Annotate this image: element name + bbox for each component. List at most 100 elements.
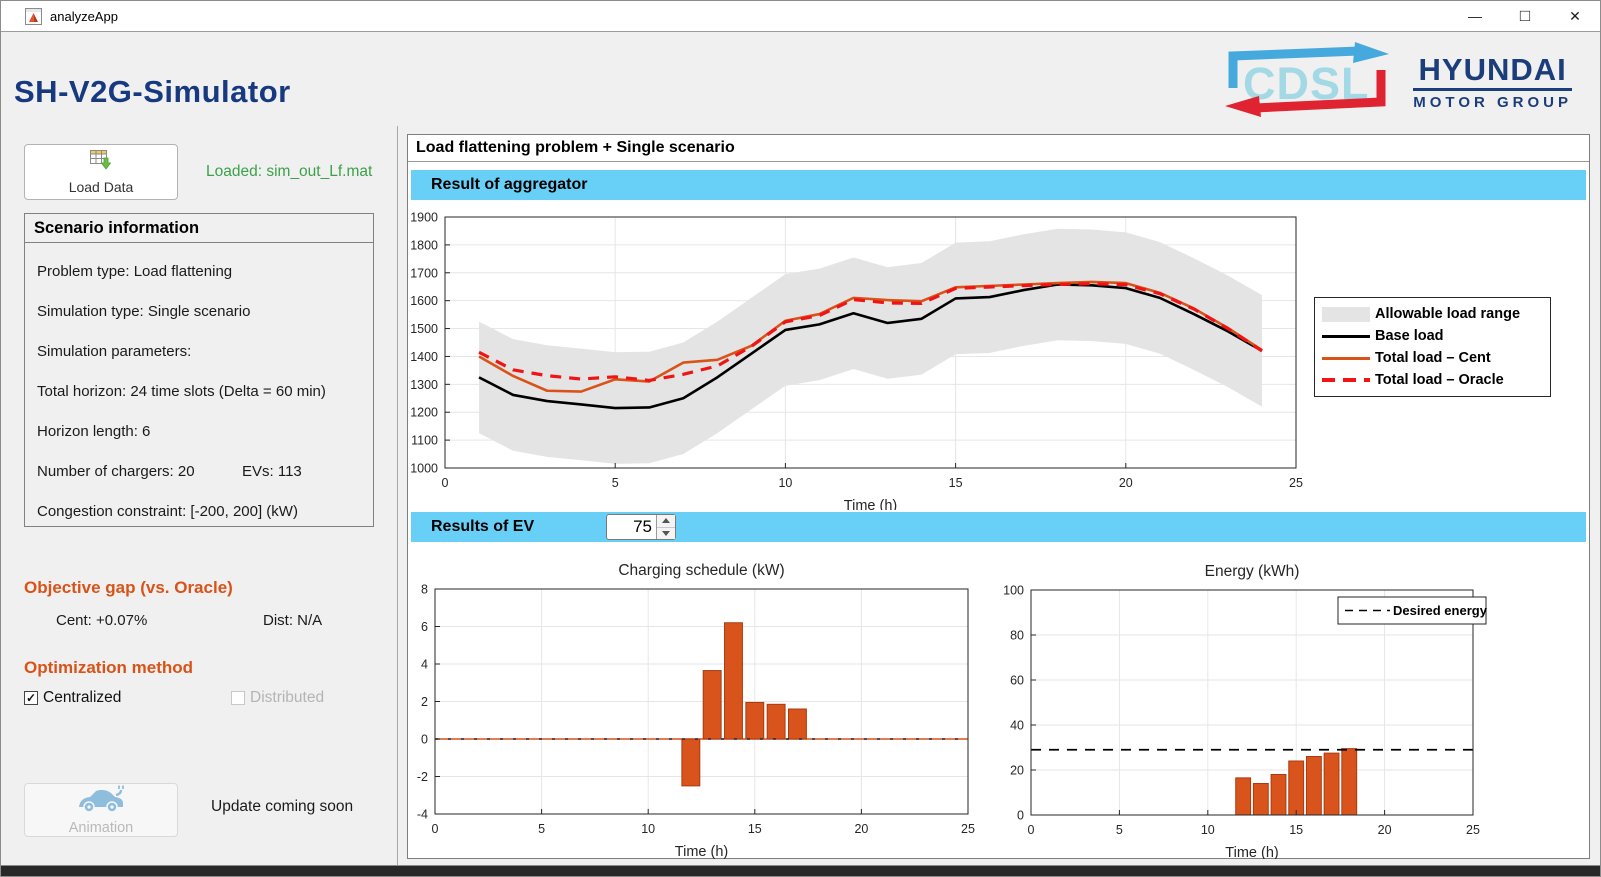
- checkbox-label: Centralized: [43, 689, 121, 707]
- svg-text:20: 20: [854, 822, 868, 836]
- close-button[interactable]: ✕: [1550, 1, 1600, 31]
- maximize-button[interactable]: □: [1500, 1, 1550, 31]
- svg-text:10: 10: [778, 476, 792, 490]
- legend-entry: Base load: [1322, 325, 1542, 347]
- svg-text:1000: 1000: [410, 462, 438, 476]
- svg-text:8: 8: [421, 583, 428, 597]
- legend-swatch-icon: [1322, 357, 1370, 360]
- aggregator-section-label: Result of aggregator: [411, 176, 587, 194]
- checkbox-label: Distributed: [250, 689, 324, 707]
- sidebar: Load Data Loaded: sim_out_Lf.mat Scenari…: [1, 126, 398, 865]
- scenario-information-panel: Scenario information Problem type: Load …: [24, 213, 374, 527]
- energy-chart: 0510152025020406080100Energy (kWh)Time (…: [993, 547, 1589, 859]
- animation-label: Animation: [69, 820, 133, 836]
- ev-section-label: Results of EV: [411, 518, 534, 536]
- checkbox-box-icon: ✓: [24, 691, 38, 705]
- svg-text:Energy (kWh): Energy (kWh): [1205, 563, 1300, 580]
- svg-text:40: 40: [1010, 719, 1024, 733]
- car-icon: [75, 785, 127, 820]
- close-icon: ✕: [1569, 8, 1581, 25]
- main-area: Load flattening problem + Single scenari…: [399, 126, 1600, 865]
- svg-text:-2: -2: [417, 770, 428, 784]
- legend-swatch-icon: [1322, 335, 1370, 338]
- legend-entry: Total load – Cent: [1322, 347, 1542, 369]
- svg-text:0: 0: [1017, 809, 1024, 823]
- scenario-lines: Problem type: Load flatteningSimulation …: [25, 243, 373, 532]
- svg-text:20: 20: [1119, 476, 1133, 490]
- hyundai-wordmark: HYUNDAI: [1419, 55, 1567, 85]
- legend-label: Allowable load range: [1375, 306, 1520, 322]
- svg-text:15: 15: [748, 822, 762, 836]
- chevron-up-icon: [662, 518, 670, 523]
- objective-cent-value: Cent: +0.07%: [56, 612, 147, 629]
- animation-button[interactable]: Animation: [24, 783, 178, 837]
- scenario-line: Simulation parameters:: [37, 332, 361, 372]
- legend-swatch-icon: [1322, 307, 1370, 322]
- window-title: analyzeApp: [50, 9, 118, 24]
- charging-chart: 0510152025-4-202468Charging schedule (kW…: [408, 547, 993, 859]
- update-note: Update coming soon: [211, 798, 353, 816]
- hyundai-divider: [1413, 88, 1572, 91]
- svg-text:20: 20: [1378, 823, 1392, 837]
- svg-text:Time (h): Time (h): [1225, 845, 1278, 859]
- svg-text:1300: 1300: [410, 378, 438, 392]
- svg-text:0: 0: [421, 733, 428, 747]
- svg-text:4: 4: [421, 658, 428, 672]
- legend-label: Total load – Cent: [1375, 350, 1491, 366]
- svg-text:6: 6: [421, 620, 428, 634]
- svg-text:Desired energy: Desired energy: [1393, 603, 1488, 618]
- spinner-down-button[interactable]: [657, 528, 675, 540]
- svg-text:5: 5: [1116, 823, 1123, 837]
- scenario-line: Horizon length: 6: [37, 412, 361, 452]
- legend-label: Total load – Oracle: [1375, 372, 1504, 388]
- aggregator-chart-area: 0510152025100011001200130014001500160017…: [409, 200, 1590, 510]
- svg-text:1800: 1800: [410, 238, 438, 252]
- scenario-line: Simulation type: Single scenario: [37, 292, 361, 332]
- svg-text:1400: 1400: [410, 350, 438, 364]
- ev-index-spinner[interactable]: 75: [606, 514, 676, 540]
- svg-text:-4: -4: [417, 808, 428, 822]
- svg-text:100: 100: [1003, 584, 1024, 598]
- ev-index-value[interactable]: 75: [607, 515, 656, 539]
- legend-swatch-icon: [1322, 378, 1370, 382]
- ev-charts-row: 0510152025-4-202468Charging schedule (kW…: [408, 547, 1589, 859]
- legend-label: Base load: [1375, 328, 1444, 344]
- load-data-button[interactable]: Load Data: [24, 144, 178, 200]
- minimize-icon: —: [1468, 8, 1482, 24]
- load-data-label: Load Data: [69, 179, 134, 195]
- scenario-line: Problem type: Load flattening: [37, 252, 361, 292]
- svg-text:15: 15: [1289, 823, 1303, 837]
- distributed-checkbox[interactable]: Distributed: [231, 689, 324, 707]
- title-bar: analyzeApp — □ ✕: [1, 1, 1600, 32]
- svg-text:80: 80: [1010, 629, 1024, 643]
- centralized-checkbox[interactable]: ✓ Centralized: [24, 689, 121, 707]
- aggregator-section-header: Result of aggregator: [411, 170, 1586, 200]
- svg-text:25: 25: [961, 822, 975, 836]
- svg-text:5: 5: [538, 822, 545, 836]
- results-panel-title: Load flattening problem + Single scenari…: [408, 135, 1589, 162]
- svg-text:0: 0: [442, 476, 449, 490]
- minimize-button[interactable]: —: [1450, 1, 1500, 31]
- hyundai-logo: HYUNDAI MOTOR GROUP: [1413, 55, 1572, 111]
- svg-text:Time (h): Time (h): [675, 844, 728, 859]
- scenario-panel-title: Scenario information: [25, 214, 373, 243]
- app-header: SH-V2G-Simulator CDSL HYUNDAI MOTOR GROU…: [1, 32, 1600, 126]
- optimization-method-heading: Optimization method: [24, 658, 193, 678]
- ev-section-header: Results of EV 75: [411, 512, 1586, 542]
- bottom-window-edge: [1, 865, 1600, 876]
- svg-text:0: 0: [432, 822, 439, 836]
- page-title: SH-V2G-Simulator: [14, 74, 291, 110]
- svg-text:20: 20: [1010, 764, 1024, 778]
- scenario-line: Number of chargers: 20EVs: 113: [37, 452, 361, 492]
- svg-text:25: 25: [1466, 823, 1480, 837]
- scenario-line: Congestion constraint: [-200, 200] (kW): [37, 492, 361, 532]
- svg-text:1100: 1100: [411, 434, 438, 448]
- scenario-line: Total horizon: 24 time slots (Delta = 60…: [37, 372, 361, 412]
- svg-text:1700: 1700: [410, 266, 438, 280]
- objective-dist-value: Dist: N/A: [263, 612, 322, 629]
- aggregator-legend: Allowable load range Base load Total load …: [1314, 297, 1551, 397]
- svg-text:0: 0: [1028, 823, 1035, 837]
- spinner-up-button[interactable]: [657, 515, 675, 528]
- svg-text:1600: 1600: [410, 294, 438, 308]
- svg-text:1500: 1500: [410, 322, 438, 336]
